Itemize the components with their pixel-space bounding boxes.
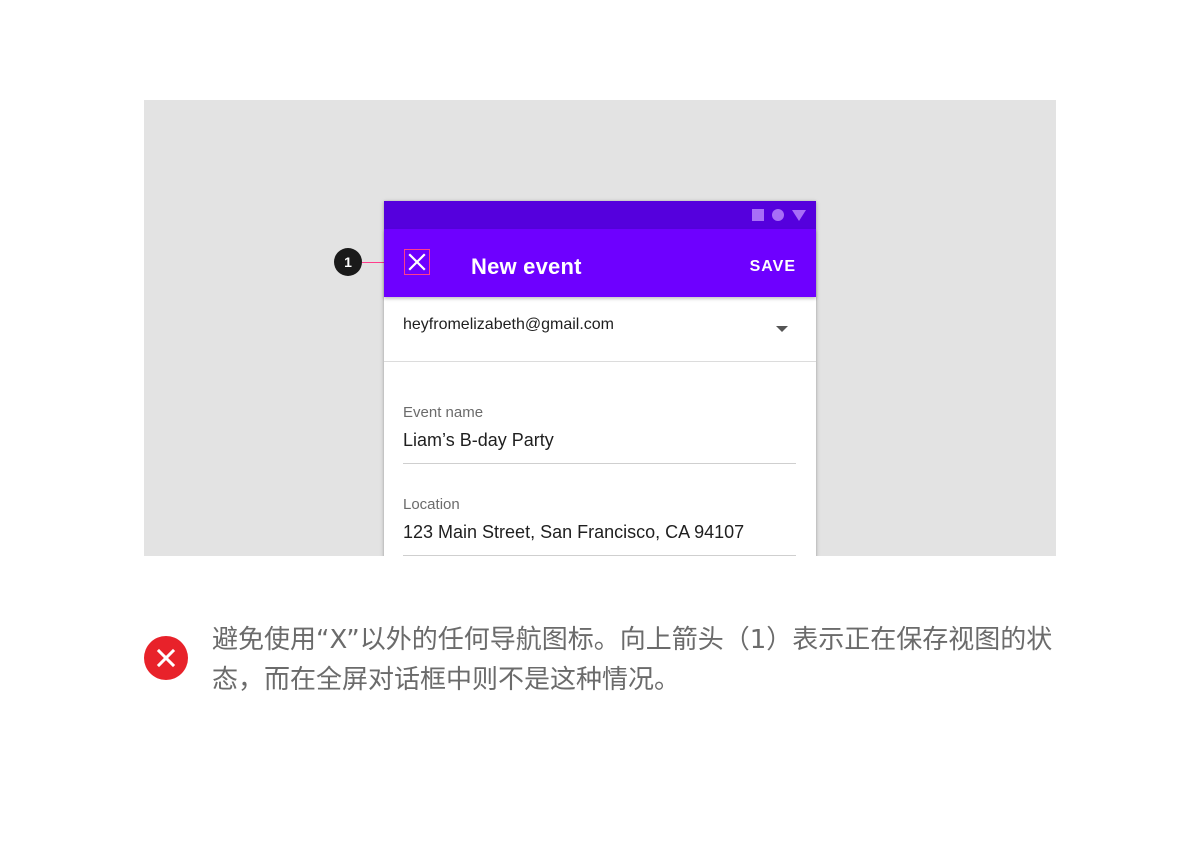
chevron-down-icon [776,326,788,332]
close-button[interactable] [404,249,430,275]
annotation-marker: 1 [334,248,362,276]
event-name-label: Event name [403,404,484,421]
account-email: heyfromelizabeth@gmail.com [403,316,614,333]
annotation-number: 1 [344,254,352,270]
app-bar-title: New event [471,254,582,279]
app-bar: New event SAVE [384,229,816,297]
location-field[interactable]: Location 123 Main Street, San Francisco,… [403,496,796,556]
event-name-input[interactable]: Liam’s B-day Party [403,430,796,463]
error-icon [144,636,188,680]
close-icon [156,648,176,668]
status-icons [752,209,806,221]
event-name-field[interactable]: Event name Liam’s B-day Party [403,404,796,464]
close-icon [408,253,426,271]
location-input[interactable]: 123 Main Street, San Francisco, CA 94107 [403,522,796,555]
status-square-icon [752,209,764,221]
page: 1 New event SAVE heyfromelizabeth@gmail.… [0,0,1200,850]
caption-text: 避免使用“X”以外的任何导航图标。向上箭头（1）表示正在保存视图的状态，而在全屏… [212,625,1053,695]
example-preview: 1 New event SAVE heyfromelizabeth@gmail.… [144,100,1056,556]
status-circle-icon [772,209,784,221]
status-bar [384,201,816,229]
save-button[interactable]: SAVE [750,258,796,276]
location-label: Location [403,496,460,513]
account-selector[interactable]: heyfromelizabeth@gmail.com [384,297,816,362]
status-triangle-icon [792,209,806,221]
phone-screen: New event SAVE heyfromelizabeth@gmail.co… [384,201,816,556]
